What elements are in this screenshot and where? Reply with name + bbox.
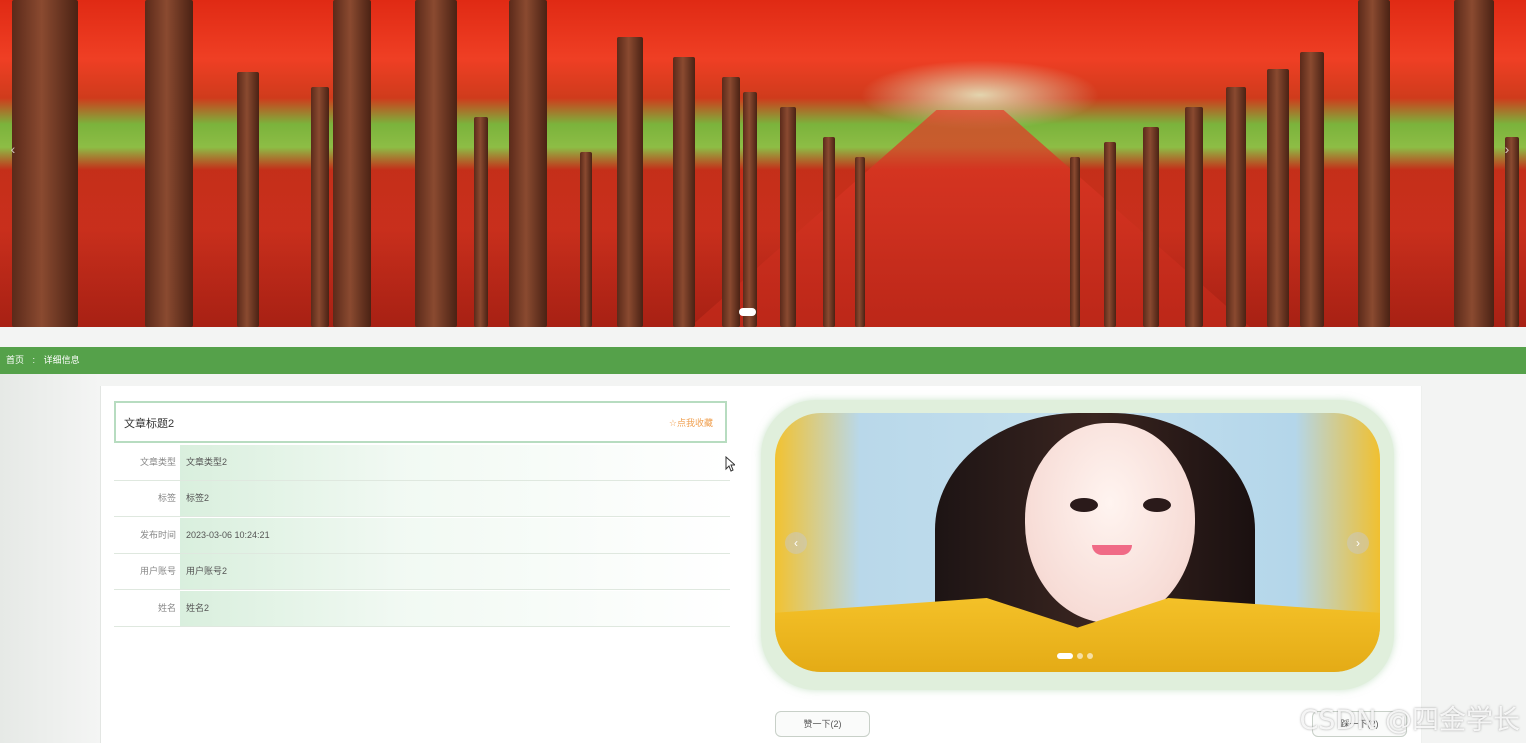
banner-path <box>690 110 1250 327</box>
carousel-next-arrow[interactable]: › <box>1347 532 1369 554</box>
tree-trunk <box>1104 142 1116 327</box>
tree-trunk <box>743 92 757 327</box>
hero-banner: ‹ › <box>0 0 1526 327</box>
tree-trunk <box>580 152 592 327</box>
carousel-dot[interactable] <box>1087 653 1093 659</box>
field-label: 用户账号 <box>139 566 176 576</box>
tree-trunk <box>617 37 643 327</box>
photo-eye <box>1070 498 1098 512</box>
tree-trunk <box>474 117 488 327</box>
article-title-box: 文章标题2 ☆点我收藏 <box>114 401 727 443</box>
carousel-photo <box>775 413 1380 672</box>
mouse-cursor-icon <box>725 456 735 472</box>
tree-trunk <box>1300 52 1324 327</box>
carousel-indicators <box>1057 653 1093 659</box>
tree-trunk <box>1358 0 1390 327</box>
tree-trunk <box>1226 87 1246 327</box>
tree-trunk <box>1185 107 1203 327</box>
tree-trunk <box>1505 137 1519 327</box>
field-label: 姓名 <box>157 603 176 613</box>
field-value: 标签2 <box>180 481 730 516</box>
field-label: 发布时间 <box>139 530 176 540</box>
breadcrumb-home[interactable]: 首页 <box>6 355 24 365</box>
detail-row-publish-time: 发布时间 2023-03-06 10:24:21 <box>114 518 730 554</box>
carousel-dot[interactable] <box>1057 653 1073 659</box>
photo-face <box>1025 423 1195 623</box>
tree-trunk <box>823 137 835 327</box>
photo-eye <box>1143 498 1171 512</box>
tree-trunk <box>1070 157 1080 327</box>
banner-next-arrow[interactable]: › <box>1500 140 1514 158</box>
breadcrumb-separator: : <box>32 355 36 365</box>
tree-trunk <box>509 0 547 327</box>
banner-prev-arrow[interactable]: ‹ <box>6 140 20 158</box>
tree-trunk <box>333 0 371 327</box>
image-carousel: ‹ › <box>761 400 1394 690</box>
left-gutter <box>0 374 100 743</box>
favorite-button[interactable]: ☆点我收藏 <box>669 416 713 429</box>
tree-trunk <box>855 157 865 327</box>
tree-trunk <box>1267 69 1289 327</box>
tree-trunk <box>1143 127 1159 327</box>
carousel-prev-arrow[interactable]: ‹ <box>785 532 807 554</box>
detail-row-name: 姓名 姓名2 <box>114 591 730 627</box>
breadcrumb-current: 详细信息 <box>43 355 80 365</box>
tree-trunk <box>12 0 78 327</box>
detail-row-type: 文章类型 文章类型2 <box>114 445 730 481</box>
watermark: CSDN @四金学长 <box>1299 705 1520 736</box>
carousel-dot[interactable] <box>1077 653 1083 659</box>
detail-row-account: 用户账号 用户账号2 <box>114 554 730 590</box>
tree-trunk <box>145 0 193 327</box>
field-label: 标签 <box>157 493 176 503</box>
tree-trunk <box>780 107 796 327</box>
tree-trunk <box>415 0 457 327</box>
tree-trunk <box>311 87 329 327</box>
tree-trunk <box>673 57 695 327</box>
banner-indicator-dot[interactable] <box>739 308 756 316</box>
field-value: 2023-03-06 10:24:21 <box>180 518 730 553</box>
field-label: 文章类型 <box>139 457 176 467</box>
detail-row-tag: 标签 标签2 <box>114 481 730 517</box>
breadcrumb: 首页 : 详细信息 <box>0 347 1526 374</box>
like-button[interactable]: 赞一下(2) <box>775 711 870 737</box>
field-value: 文章类型2 <box>180 445 730 480</box>
tree-trunk <box>722 77 740 327</box>
tree-trunk <box>1454 0 1494 327</box>
article-title: 文章标题2 <box>124 418 175 430</box>
tree-trunk <box>237 72 259 327</box>
field-value: 姓名2 <box>180 591 730 626</box>
photo-lips <box>1092 545 1132 555</box>
field-value: 用户账号2 <box>180 554 730 589</box>
